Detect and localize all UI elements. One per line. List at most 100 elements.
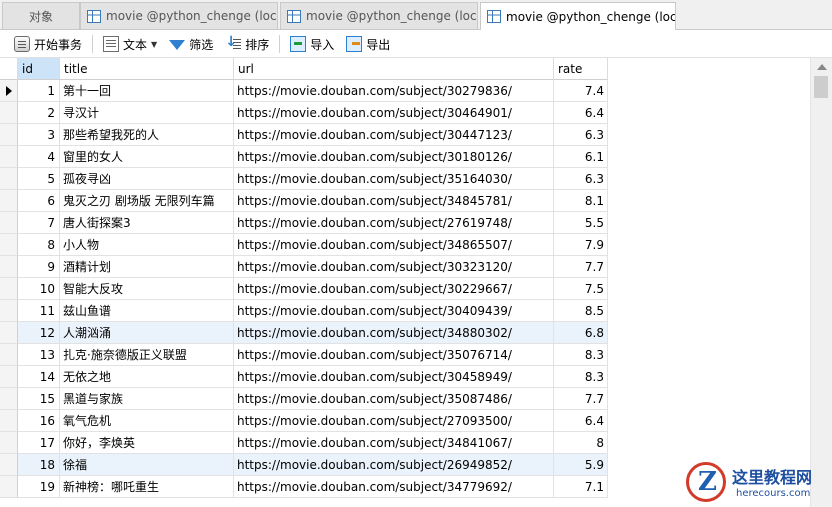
- vertical-scrollbar[interactable]: [810, 58, 832, 507]
- tab-objects[interactable]: 对象: [2, 2, 80, 29]
- cell-title[interactable]: 小人物: [60, 234, 234, 256]
- cell-id[interactable]: 7: [18, 212, 60, 234]
- cell-title[interactable]: 寻汉计: [60, 102, 234, 124]
- cell-title[interactable]: 人潮汹涌: [60, 322, 234, 344]
- table-row[interactable]: 11 兹山鱼谱 https://movie.douban.com/subject/3…: [0, 300, 610, 322]
- cell-id[interactable]: 15: [18, 388, 60, 410]
- cell-title[interactable]: 无依之地: [60, 366, 234, 388]
- table-row[interactable]: 4 窗里的女人 https://movie.douban.com/subject/3…: [0, 146, 610, 168]
- cell-id[interactable]: 12: [18, 322, 60, 344]
- cell-id[interactable]: 1: [18, 80, 60, 102]
- cell-rate[interactable]: 5.5: [554, 212, 608, 234]
- cell-id[interactable]: 2: [18, 102, 60, 124]
- cell-rate[interactable]: 6.4: [554, 410, 608, 432]
- table-row[interactable]: 12 人潮汹涌 https://movie.douban.com/subject/3…: [0, 322, 610, 344]
- cell-url[interactable]: https://movie.douban.com/subject/3516403…: [234, 168, 554, 190]
- cell-rate[interactable]: 6.3: [554, 168, 608, 190]
- cell-title[interactable]: 扎克·施奈德版正义联盟: [60, 344, 234, 366]
- sort-button[interactable]: 排序: [221, 33, 273, 55]
- cell-title[interactable]: 唐人街探案3: [60, 212, 234, 234]
- row-marker[interactable]: [0, 454, 18, 476]
- row-marker[interactable]: [0, 234, 18, 256]
- cell-url[interactable]: https://movie.douban.com/subject/3488030…: [234, 322, 554, 344]
- table-row[interactable]: 3 那些希望我死的人 https://movie.douban.com/subjec…: [0, 124, 610, 146]
- row-marker[interactable]: [0, 168, 18, 190]
- cell-rate[interactable]: 7.7: [554, 388, 608, 410]
- cell-title[interactable]: 酒精计划: [60, 256, 234, 278]
- filter-button[interactable]: 筛选: [165, 33, 217, 55]
- row-marker[interactable]: [0, 190, 18, 212]
- cell-id[interactable]: 4: [18, 146, 60, 168]
- cell-url[interactable]: https://movie.douban.com/subject/3027983…: [234, 80, 554, 102]
- cell-title[interactable]: 你好，李焕英: [60, 432, 234, 454]
- cell-url[interactable]: https://movie.douban.com/subject/3484578…: [234, 190, 554, 212]
- cell-rate[interactable]: 7.9: [554, 234, 608, 256]
- cell-title[interactable]: 氧气危机: [60, 410, 234, 432]
- table-row[interactable]: 13 扎克·施奈德版正义联盟 https://movie.douban.com/su…: [0, 344, 610, 366]
- table-row[interactable]: 14 无依之地 https://movie.douban.com/subject/3…: [0, 366, 610, 388]
- cell-id[interactable]: 17: [18, 432, 60, 454]
- cell-url[interactable]: https://movie.douban.com/subject/3484106…: [234, 432, 554, 454]
- table-row[interactable]: 5 孤夜寻凶 https://movie.douban.com/subject/35…: [0, 168, 610, 190]
- cell-title[interactable]: 徐福: [60, 454, 234, 476]
- cell-url[interactable]: https://movie.douban.com/subject/2709350…: [234, 410, 554, 432]
- begin-transaction-button[interactable]: 开始事务: [10, 33, 86, 55]
- cell-url[interactable]: https://movie.douban.com/subject/3044712…: [234, 124, 554, 146]
- cell-id[interactable]: 19: [18, 476, 60, 498]
- cell-rate[interactable]: 8.1: [554, 190, 608, 212]
- cell-url[interactable]: https://movie.douban.com/subject/3045894…: [234, 366, 554, 388]
- cell-id[interactable]: 14: [18, 366, 60, 388]
- cell-title[interactable]: 第十一回: [60, 80, 234, 102]
- cell-rate[interactable]: 7.1: [554, 476, 608, 498]
- cell-id[interactable]: 11: [18, 300, 60, 322]
- table-row[interactable]: 9 酒精计划 https://movie.douban.com/subject/30…: [0, 256, 610, 278]
- import-button[interactable]: 导入: [286, 33, 338, 55]
- cell-title[interactable]: 孤夜寻凶: [60, 168, 234, 190]
- cell-url[interactable]: https://movie.douban.com/subject/2694985…: [234, 454, 554, 476]
- row-marker[interactable]: [0, 212, 18, 234]
- cell-rate[interactable]: 5.9: [554, 454, 608, 476]
- cell-title[interactable]: 那些希望我死的人: [60, 124, 234, 146]
- column-header-rate[interactable]: rate: [554, 58, 608, 80]
- column-header-title[interactable]: title: [60, 58, 234, 80]
- table-row[interactable]: 6 鬼灭之刃 剧场版 无限列车篇 https://movie.douban.com/…: [0, 190, 610, 212]
- table-row[interactable]: 15 黑道与家族 https://movie.douban.com/subject/…: [0, 388, 610, 410]
- cell-rate[interactable]: 8.3: [554, 344, 608, 366]
- table-row[interactable]: 7 唐人街探案3 https://movie.douban.com/subject/…: [0, 212, 610, 234]
- cell-url[interactable]: https://movie.douban.com/subject/3507671…: [234, 344, 554, 366]
- tab-movie-3[interactable]: movie @python_chenge (loc...: [480, 2, 676, 30]
- cell-id[interactable]: 9: [18, 256, 60, 278]
- row-marker[interactable]: [0, 80, 18, 102]
- tab-movie-1[interactable]: movie @python_chenge (loc...: [80, 2, 278, 29]
- cell-title[interactable]: 新神榜：哪吒重生: [60, 476, 234, 498]
- cell-title[interactable]: 黑道与家族: [60, 388, 234, 410]
- cell-id[interactable]: 3: [18, 124, 60, 146]
- cell-title[interactable]: 智能大反攻: [60, 278, 234, 300]
- cell-rate[interactable]: 6.1: [554, 146, 608, 168]
- table-row[interactable]: 18 徐福 https://movie.douban.com/subject/269…: [0, 454, 610, 476]
- table-row[interactable]: 1 第十一回 https://movie.douban.com/subject/30…: [0, 80, 610, 102]
- export-button[interactable]: 导出: [342, 33, 394, 55]
- cell-id[interactable]: 5: [18, 168, 60, 190]
- cell-url[interactable]: https://movie.douban.com/subject/3477969…: [234, 476, 554, 498]
- cell-rate[interactable]: 7.7: [554, 256, 608, 278]
- cell-title[interactable]: 窗里的女人: [60, 146, 234, 168]
- table-row[interactable]: 17 你好，李焕英 https://movie.douban.com/subject…: [0, 432, 610, 454]
- table-row[interactable]: 10 智能大反攻 https://movie.douban.com/subject/…: [0, 278, 610, 300]
- table-row[interactable]: 19 新神榜：哪吒重生 https://movie.douban.com/subje…: [0, 476, 610, 498]
- cell-url[interactable]: https://movie.douban.com/subject/3040943…: [234, 300, 554, 322]
- row-marker[interactable]: [0, 322, 18, 344]
- cell-rate[interactable]: 7.4: [554, 80, 608, 102]
- scrollbar-thumb[interactable]: [814, 76, 828, 98]
- cell-url[interactable]: https://movie.douban.com/subject/3018012…: [234, 146, 554, 168]
- row-marker[interactable]: [0, 366, 18, 388]
- row-marker[interactable]: [0, 278, 18, 300]
- cell-rate[interactable]: 8.3: [554, 366, 608, 388]
- scroll-up-arrow-icon[interactable]: [817, 64, 827, 70]
- text-button[interactable]: 文本 ▼: [99, 33, 161, 55]
- cell-id[interactable]: 16: [18, 410, 60, 432]
- row-marker[interactable]: [0, 124, 18, 146]
- cell-url[interactable]: https://movie.douban.com/subject/3022966…: [234, 278, 554, 300]
- row-marker[interactable]: [0, 410, 18, 432]
- cell-url[interactable]: https://movie.douban.com/subject/3032312…: [234, 256, 554, 278]
